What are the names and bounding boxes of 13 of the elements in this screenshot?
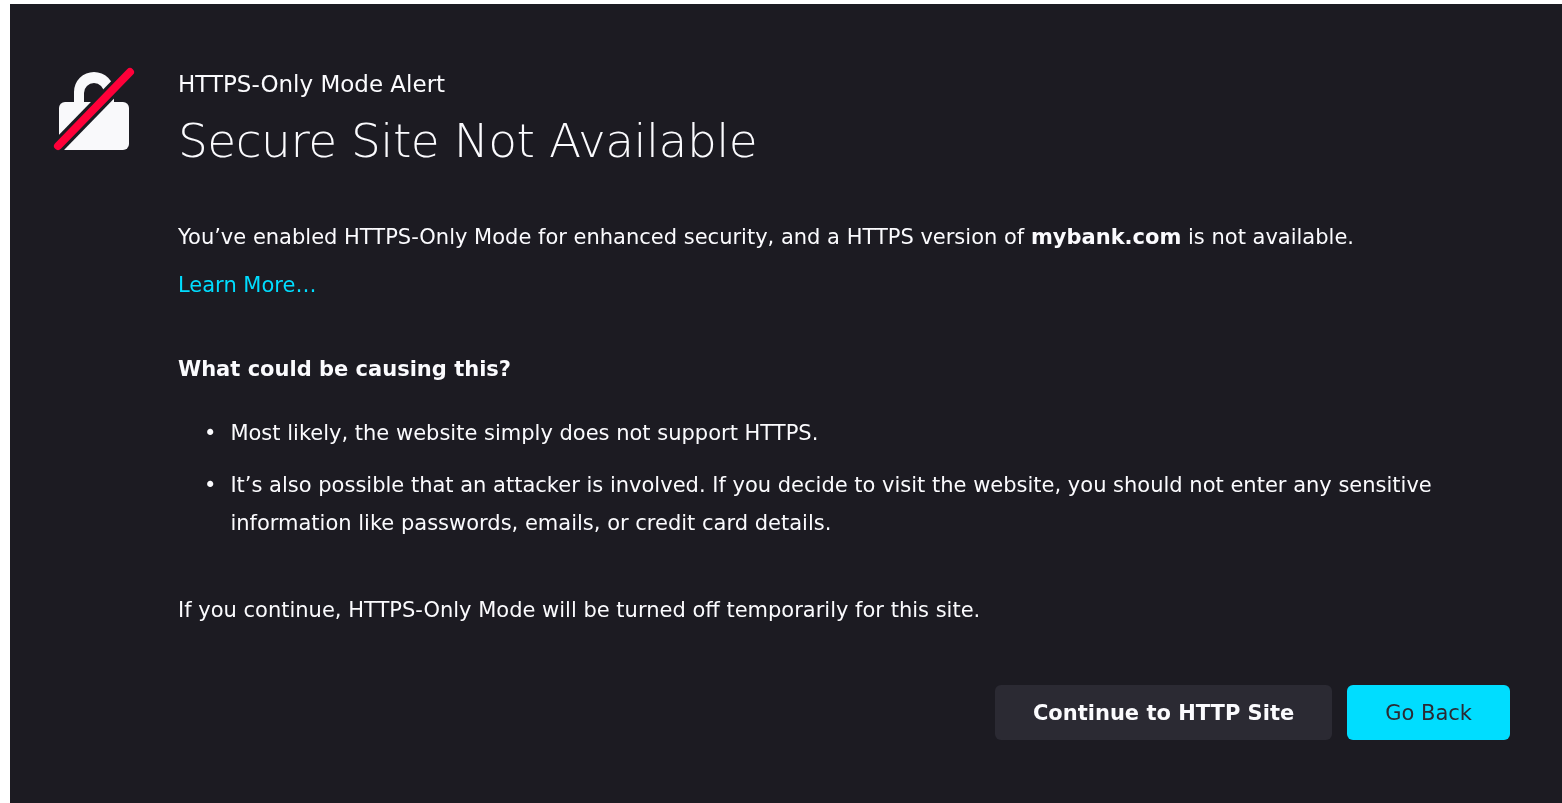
continue-button[interactable]: Continue to HTTP Site [994,685,1333,741]
bullet-mark: • [204,472,217,500]
section-heading: What could be causing this? [178,357,513,382]
alert-label: HTTPS-Only Mode Alert [178,71,447,97]
broken-lock-icon [52,66,136,152]
bullet-mark: • [204,420,217,448]
cause-item: Most likely, the website simply does not support HTTPS. [230,420,819,448]
description: You’ve enabled HTTPS-Only Mode for enhanced security, and a HTTPS version of mybank.com is not available. [178,224,1355,251]
learn-more-link[interactable]: Learn More… [178,273,317,298]
cause-item: It’s also possible that an attacker is involved. If you decide to visit the website, you should not enter any sensitive information like passwords, emails, or credit card details. [230,472,1433,538]
page-title: Secure Site Not Available [178,113,759,168]
note-text: If you continue, HTTPS-Only Mode will be turned off temporarily for this site. [178,598,982,623]
go-back-button[interactable]: Go Back [1347,685,1510,741]
